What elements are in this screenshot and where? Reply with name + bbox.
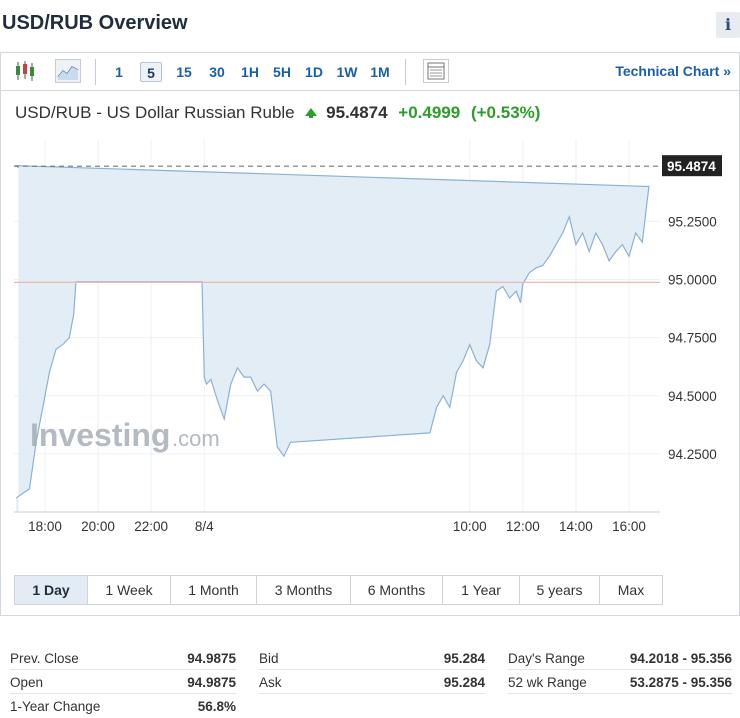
price-change: +0.4999 [398,103,461,122]
stat-label: 52 wk Range [508,675,587,690]
stat-52-wk-range: 52 wk Range 53.2875 - 95.356 [508,672,732,694]
range-selector: 1 Day 1 Week 1 Month 3 Months 6 Months 1… [14,575,663,605]
last-price: 95.4874 [326,103,388,122]
stat-label: 1-Year Change [10,699,101,714]
interval-1m[interactable]: 1M [367,62,393,82]
range-1-week[interactable]: 1 Week [88,576,171,604]
interval-1h[interactable]: 1H [238,62,262,82]
table-view-icon[interactable] [423,59,449,83]
y-tick-label: 95.2500 [668,214,717,229]
page-header: USD/RUB Overview i [0,0,740,50]
interval-5[interactable]: 5 [140,62,162,82]
stat-1-year-change: 1-Year Change 56.8% [10,696,236,718]
y-tick-label: 94.2500 [668,447,717,462]
stat-value: 95.284 [443,651,485,666]
technical-chart-link[interactable]: Technical Chart » [615,63,731,79]
interval-1w[interactable]: 1W [334,62,360,82]
range-3-months[interactable]: 3 Months [257,576,351,604]
range-6-months[interactable]: 6 Months [351,576,443,604]
page-title: USD/RUB Overview [2,12,188,34]
interval-5h[interactable]: 5H [270,62,294,82]
range-1-month[interactable]: 1 Month [171,576,257,604]
y-tick-label: 94.7500 [668,331,717,346]
toolbar-divider [95,59,96,85]
stat-label: Day's Range [508,651,585,666]
x-tick-label: 22:00 [134,519,168,534]
range-5-years[interactable]: 5 years [520,576,600,604]
candlestick-icon[interactable] [13,59,39,83]
interval-30[interactable]: 30 [205,62,229,82]
interval-1[interactable]: 1 [109,62,129,82]
stat-label: Ask [259,675,282,690]
price-area-fill [16,165,649,512]
x-tick-label: 12:00 [506,519,540,534]
range-1-day[interactable]: 1 Day [15,576,88,604]
y-tick-label: 94.5000 [668,389,717,404]
investing-watermark-suffix: .com [172,426,220,451]
chart-toolbar: 1 5 15 30 1H 5H 1D 1W 1M Technical Chart… [1,53,739,91]
stat-days-range: Day's Range 94.2018 - 95.356 [508,648,732,670]
x-tick-label: 14:00 [559,519,593,534]
interval-1d[interactable]: 1D [302,62,326,82]
price-change-percent: (+0.53%) [470,103,541,122]
stat-value: 94.2018 - 95.356 [629,651,732,666]
last-price-label: 95.4874 [667,159,716,174]
stat-prev-close: Prev. Close 94.9875 [10,648,236,670]
x-tick-label: 20:00 [81,519,115,534]
price-chart[interactable]: 18:00 20:00 22:00 8/4 10:00 12:00 14:00 16:00 94… [0,140,740,540]
stat-value: 56.8% [197,699,236,714]
instrument-name: USD/RUB - US Dollar Russian Ruble [15,103,295,122]
info-icon[interactable]: i [716,12,740,38]
toolbar-divider [405,59,406,85]
stat-value: 95.284 [443,675,485,690]
x-tick-label: 18:00 [28,519,62,534]
stat-label: Open [10,675,44,690]
stat-value: 94.9875 [187,651,236,666]
range-1-year[interactable]: 1 Year [443,576,520,604]
stat-ask: Ask 95.284 [259,672,485,694]
area-chart-icon[interactable] [55,59,81,83]
stat-label: Bid [259,651,279,666]
quote-header: USD/RUB - US Dollar Russian Ruble 95.487… [15,103,540,123]
stat-bid: Bid 95.284 [259,648,485,670]
stat-value: 53.2875 - 95.356 [629,675,732,690]
x-tick-label: 16:00 [612,519,646,534]
stat-label: Prev. Close [10,651,79,666]
stat-value: 94.9875 [187,675,236,690]
stat-open: Open 94.9875 [10,672,236,694]
investing-watermark: Investing [30,417,170,453]
range-max[interactable]: Max [600,576,662,604]
interval-15[interactable]: 15 [172,62,196,82]
up-arrow-icon [299,103,321,123]
x-tick-label: 8/4 [195,519,214,534]
x-tick-label: 10:00 [453,519,487,534]
y-tick-label: 95.0000 [668,273,717,288]
